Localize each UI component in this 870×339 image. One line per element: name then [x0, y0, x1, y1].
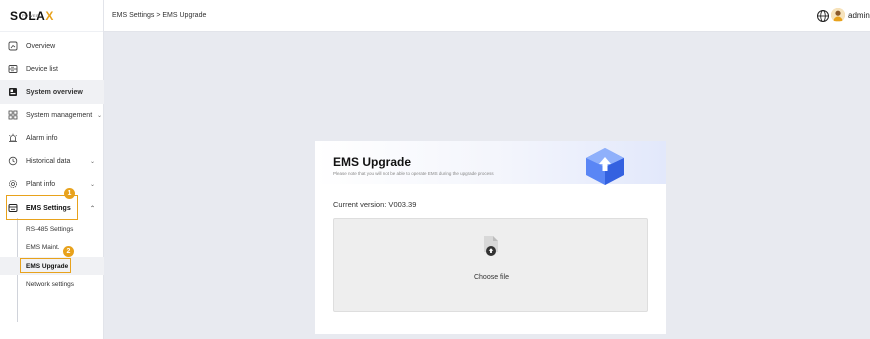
chevron-down-icon: ⌄	[89, 158, 95, 165]
upgrade-note: Please note that you will not be able to…	[333, 171, 494, 176]
system-overview-icon	[8, 87, 18, 97]
sidebar-item-label: Overview	[26, 42, 56, 50]
sidebar-item-device-list[interactable]: Device list	[0, 57, 104, 81]
history-icon	[8, 156, 18, 166]
sidebar-item-label: Plant info	[26, 180, 56, 188]
globe-icon[interactable]	[816, 9, 830, 23]
device-list-icon	[8, 64, 18, 74]
brand-sub: POWER	[22, 13, 40, 18]
avatar[interactable]	[831, 8, 845, 22]
submenu-item-label: EMS Maint.	[26, 243, 60, 251]
sidebar-item-system-overview[interactable]: System overview	[0, 80, 104, 104]
upgrade-cube-icon	[580, 145, 630, 185]
sidebar-item-label: System overview	[26, 88, 83, 96]
sidebar-item-overview[interactable]: Overview	[0, 34, 104, 58]
sidebar-item-label: Alarm info	[26, 134, 58, 142]
sidebar-item-system-management[interactable]: System management ⌄	[0, 103, 104, 127]
chevron-down-icon: ⌄	[96, 112, 102, 119]
sidebar-item-label: Historical data	[26, 157, 71, 165]
submenu-item-rs485-settings[interactable]: RS-485 Settings	[0, 220, 104, 238]
sidebar-item-label: Device list	[26, 65, 58, 73]
top-header: EMS Settings > EMS Upgrade admin	[104, 0, 870, 32]
chevron-down-icon: ⌄	[89, 181, 95, 188]
highlight-box-ems-upgrade	[20, 258, 71, 273]
choose-file-label[interactable]: Choose file	[334, 274, 649, 281]
sidebar: SOLAX POWER Overview Device list System …	[0, 0, 104, 339]
submenu-item-label: Network settings	[26, 280, 75, 288]
submenu-item-label: RS-485 Settings	[26, 225, 74, 233]
sidebar-item-historical-data[interactable]: Historical data ⌄	[0, 149, 104, 173]
card-title: EMS Upgrade	[333, 155, 412, 169]
sidebar-item-plant-info[interactable]: Plant info ⌄	[0, 172, 104, 196]
current-version: Current version: V003.39	[333, 200, 417, 209]
file-upload-icon[interactable]	[481, 235, 501, 257]
chevron-up-icon: ⌃	[89, 205, 95, 212]
step-badge-2: 2	[63, 246, 74, 257]
breadcrumb: EMS Settings > EMS Upgrade	[112, 12, 207, 19]
card-header: EMS Upgrade Please note that you will no…	[315, 141, 666, 185]
alarm-icon	[8, 133, 18, 143]
submenu-item-network-settings[interactable]: Network settings	[0, 275, 104, 293]
plant-info-icon	[8, 179, 18, 189]
upload-dropzone[interactable]: Choose file	[333, 218, 648, 312]
username[interactable]: admin	[848, 11, 870, 20]
system-management-icon	[8, 110, 18, 120]
ems-upgrade-card: EMS Upgrade Please note that you will no…	[315, 141, 666, 334]
submenu-item-ems-maint[interactable]: EMS Maint.	[0, 238, 104, 256]
dashboard-icon	[8, 41, 18, 51]
sidebar-item-label: System management	[26, 111, 93, 119]
step-badge-1: 1	[64, 188, 75, 199]
sidebar-item-alarm-info[interactable]: Alarm info	[0, 126, 104, 150]
logo: SOLAX POWER	[0, 0, 103, 32]
